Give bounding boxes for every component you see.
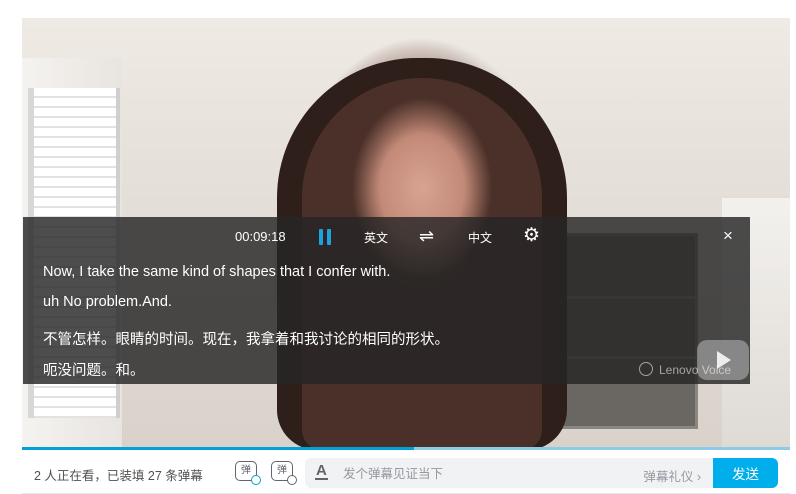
subtitle-line-zh-2: 呃没问题。和。 [43, 363, 145, 379]
danmaku-settings-glyph: 弹 [277, 465, 287, 476]
subtitle-line-zh-1: 不管怎样。眼睛的时间。现在，我拿着和我讨论的相同的形状。 [43, 332, 449, 348]
target-language-button[interactable]: 中文 [468, 229, 492, 246]
viewer-count: 2 人正在看，已装填 27 条弹幕 [34, 469, 203, 483]
danmaku-input[interactable] [341, 458, 605, 490]
danmaku-input-wrapper: A 弹幕礼仪 › [305, 458, 713, 490]
danmaku-toggle-icon[interactable]: 弹 [235, 461, 261, 485]
close-icon[interactable]: × [723, 226, 733, 246]
subtitle-toolbar: 00:09:18 英文 ⇌ 中文 ⚙ × [23, 217, 750, 255]
source-language-button[interactable]: 英文 [364, 229, 388, 246]
danmaku-etiquette-link[interactable]: 弹幕礼仪 › [643, 466, 701, 485]
settings-icon[interactable]: ⚙ [523, 224, 540, 247]
swap-language-icon[interactable]: ⇌ [419, 226, 434, 247]
pause-icon[interactable] [319, 229, 333, 245]
send-button[interactable]: 发送 [713, 458, 778, 488]
danmaku-toggle-glyph: 弹 [241, 465, 251, 476]
current-time: 00:09:18 [235, 229, 286, 244]
danmaku-bar: 2 人正在看，已装填 27 条弹幕 弹 弹 A 弹幕礼仪 › 发送 [22, 450, 790, 494]
danmaku-settings-indicator [287, 475, 297, 485]
font-style-icon[interactable]: A [315, 463, 328, 480]
tv-logo-icon [697, 340, 749, 380]
danmaku-on-indicator [251, 475, 261, 485]
subtitle-line-en-2: uh No problem.And. [43, 294, 172, 310]
subtitle-overlay: 00:09:18 英文 ⇌ 中文 ⚙ × Now, I take the sam… [23, 217, 750, 384]
subtitle-line-en-1: Now, I take the same kind of shapes that… [43, 264, 391, 280]
lenovo-voice-icon [639, 362, 653, 376]
danmaku-settings-icon[interactable]: 弹 [271, 461, 297, 485]
